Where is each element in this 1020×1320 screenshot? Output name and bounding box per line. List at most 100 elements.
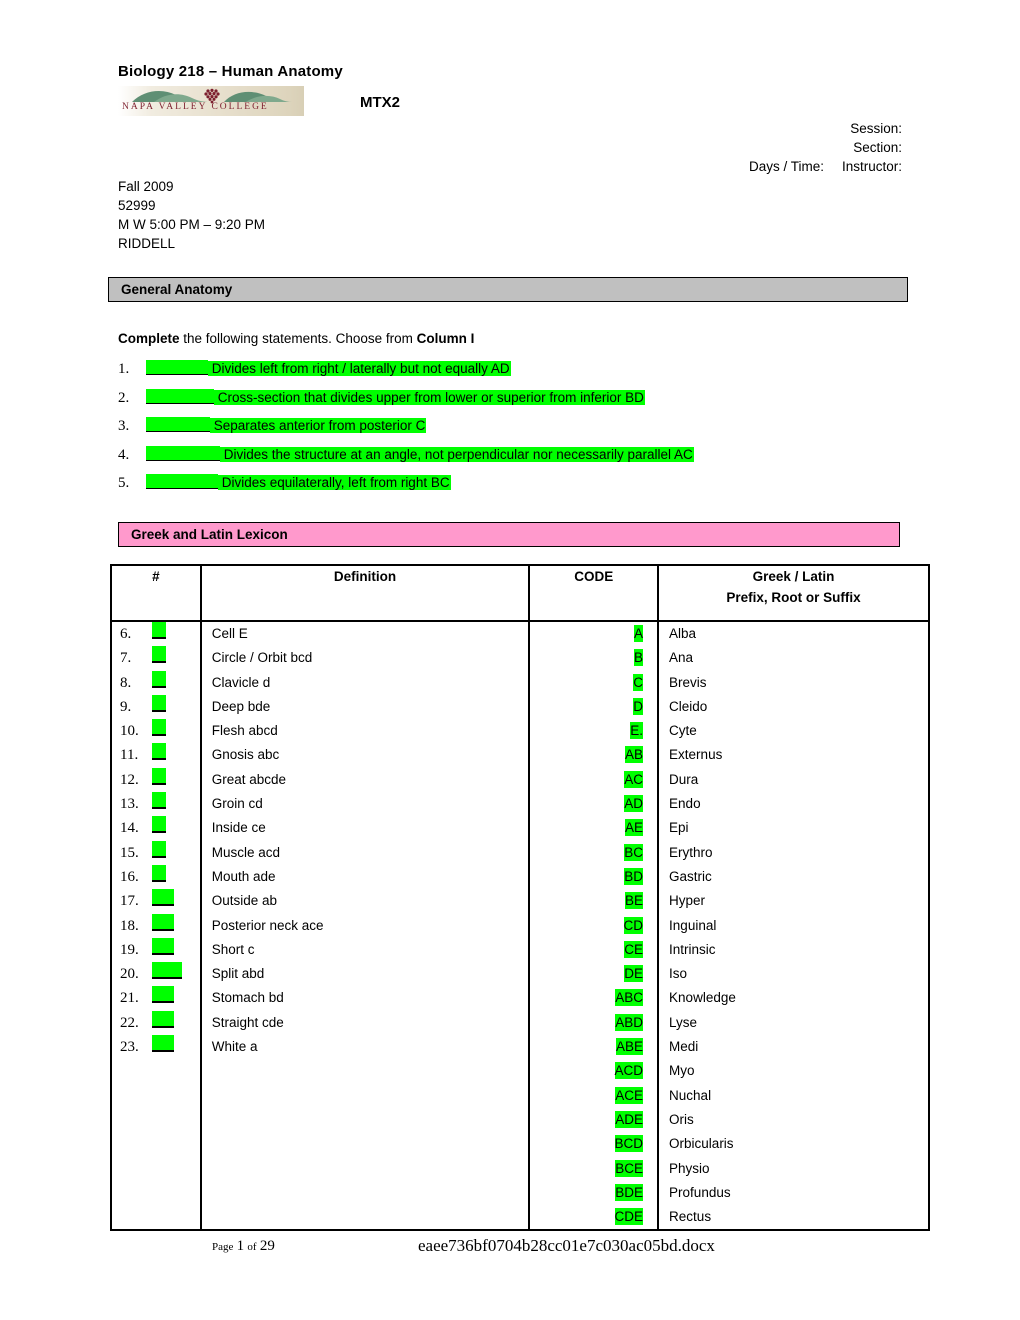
table-row-greek-latin: Myo [669, 1063, 695, 1079]
row-answer-blank[interactable] [152, 913, 174, 931]
greek-latin-column-cell: Alba Ana Brevis Cleido Cyte Externus Dura Endo E… [657, 619, 930, 1232]
answer-blank[interactable] [146, 474, 218, 489]
row-answer-blank[interactable] [152, 864, 166, 882]
table-row-number: 16. [120, 864, 200, 889]
row-answer-blank[interactable] [152, 937, 174, 955]
definition-list: Cell E Circle / Orbit bcd Clavicle d Deep b… [202, 622, 529, 1059]
row-number-label: 15. [120, 844, 139, 861]
table-row-greek-latin: Rectus [669, 1209, 712, 1225]
row-answer-blank[interactable] [152, 986, 174, 1004]
table-row-code: BC [530, 841, 644, 865]
row-answer-blank[interactable] [152, 840, 166, 858]
table-row-number: 9. [120, 694, 200, 719]
table-row-greek-latin: Orbicularis [669, 1136, 734, 1152]
code-badge: AC [624, 770, 644, 788]
row-answer-blank[interactable] [152, 767, 166, 785]
row-answer-blank[interactable] [152, 1010, 174, 1028]
code-badge: ABC [615, 989, 644, 1007]
section-label-row: Section: [749, 138, 902, 157]
answer-blank[interactable] [146, 417, 210, 432]
section-header-general-anatomy: General Anatomy [108, 277, 908, 302]
table-row-definition: Gnosis abc [211, 747, 280, 763]
row-answer-blank[interactable] [152, 646, 166, 664]
row-answer-blank[interactable] [152, 889, 174, 907]
row-answer-blank[interactable] [152, 622, 166, 639]
instruction-text: Complete the following statements. Choos… [118, 331, 474, 346]
table-row-greek-latin: Intrinsic [669, 941, 716, 957]
row-answer-blank[interactable] [152, 1035, 174, 1053]
row-answer-blank[interactable] [152, 670, 166, 688]
code-column-cell: A B C D E. AB AC AD AE BC BD BE CD CE DE ABC ABD ABE ACD A… [528, 619, 660, 1232]
table-row-greek-latin: Knowledge [669, 990, 736, 1006]
table-row-greek-latin: Externus [669, 747, 723, 763]
instruction-bold-lead: Complete [118, 331, 180, 346]
answer-blank[interactable] [146, 360, 208, 375]
code-badge: BD [624, 867, 644, 885]
table-row-code: DE [530, 962, 644, 986]
answer-blank[interactable] [146, 445, 220, 461]
question-number: 1. [118, 361, 130, 377]
question-row: 4. Divides the structure at an angle, no… [118, 445, 918, 475]
document-page: Biology 218 – Human Anatomy NAPA VALLEY … [0, 0, 1020, 1320]
code-badge: AE [625, 819, 644, 837]
row-answer-blank[interactable] [152, 719, 166, 737]
row-answer-blank[interactable] [152, 694, 166, 712]
table-row-code: C [530, 671, 644, 695]
section-value: 52999 [118, 198, 156, 213]
table-row-greek-latin: Dura [669, 771, 699, 787]
table-row-definition: Groin cd [211, 796, 263, 812]
code-badge: BDE [615, 1183, 644, 1201]
table-row-greek-latin: Epi [669, 820, 689, 836]
table-row-definition: Deep bde [211, 698, 271, 714]
table-row-greek-latin: Alba [669, 626, 697, 641]
table-row-code: ADE [530, 1108, 644, 1132]
code-badge: BCD [614, 1135, 644, 1153]
question-text: Separates anterior from posterior C [210, 418, 427, 433]
table-row-code: BCE [530, 1157, 644, 1181]
table-row-code: BCD [530, 1132, 644, 1156]
row-answer-blank[interactable] [152, 962, 182, 980]
code-badge: ADE [615, 1110, 644, 1128]
table-row-greek-latin: Erythro [669, 844, 713, 860]
table-row-definition: White a [211, 1039, 258, 1055]
table-row-number: 8. [120, 670, 200, 695]
table-header-row: # Definition CODE Greek / Latin Prefix, … [110, 564, 930, 622]
logo-wordmark: NAPA VALLEY COLLEGE [122, 102, 269, 112]
row-number-label: 19. [120, 941, 139, 958]
row-number-label: 21. [120, 990, 139, 1007]
question-row: 1. Divides left from right / laterally b… [118, 360, 918, 389]
table-row-code: ACD [530, 1059, 644, 1083]
number-list: 6. 7. 8. 9. 10. 11. 12. 13. 14. 15. 16. 17. 18. 19. 20… [112, 622, 200, 1059]
row-answer-blank[interactable] [152, 816, 166, 834]
table-row-definition: Inside ce [211, 820, 266, 836]
column-header-code: CODE [528, 564, 660, 622]
row-answer-blank[interactable] [152, 743, 166, 761]
table-row-number: 18. [120, 913, 200, 938]
table-row-code: BE [530, 889, 644, 913]
table-row-code: AD [530, 792, 644, 816]
answer-blank[interactable] [146, 388, 214, 404]
table-row-code: CE [530, 938, 644, 962]
table-row-code: A [530, 622, 644, 646]
table-body-row: 6. 7. 8. 9. 10. 11. 12. 13. 14. 15. 16. 17. 18. 19. 20… [110, 619, 930, 1232]
row-number-label: 18. [120, 917, 139, 934]
instruction-middle: the following statements. Choose from [179, 331, 417, 346]
table-row-greek-latin: Iso [669, 966, 688, 982]
table-row-definition: Cell E [211, 626, 248, 641]
row-number-label: 12. [120, 771, 139, 788]
table-row-code: CD [530, 914, 644, 938]
code-badge: ACE [615, 1086, 644, 1104]
instructor-label: Instructor: [841, 159, 902, 174]
table-row-code: ABE [530, 1035, 644, 1059]
row-number-label: 11. [120, 747, 139, 764]
code-badge: ABD [615, 1013, 644, 1031]
row-answer-blank[interactable] [152, 792, 166, 810]
table-row-greek-latin: Hyper [669, 893, 706, 909]
column-header-number: # [110, 564, 202, 622]
code-badge: CDE [614, 1208, 644, 1226]
table-row-number: 12. [120, 767, 200, 792]
code-badge: D [633, 697, 644, 715]
table-row-greek-latin: Ana [669, 650, 694, 666]
table-row-number: 17. [120, 889, 200, 913]
row-number-label: 17. [120, 893, 139, 910]
